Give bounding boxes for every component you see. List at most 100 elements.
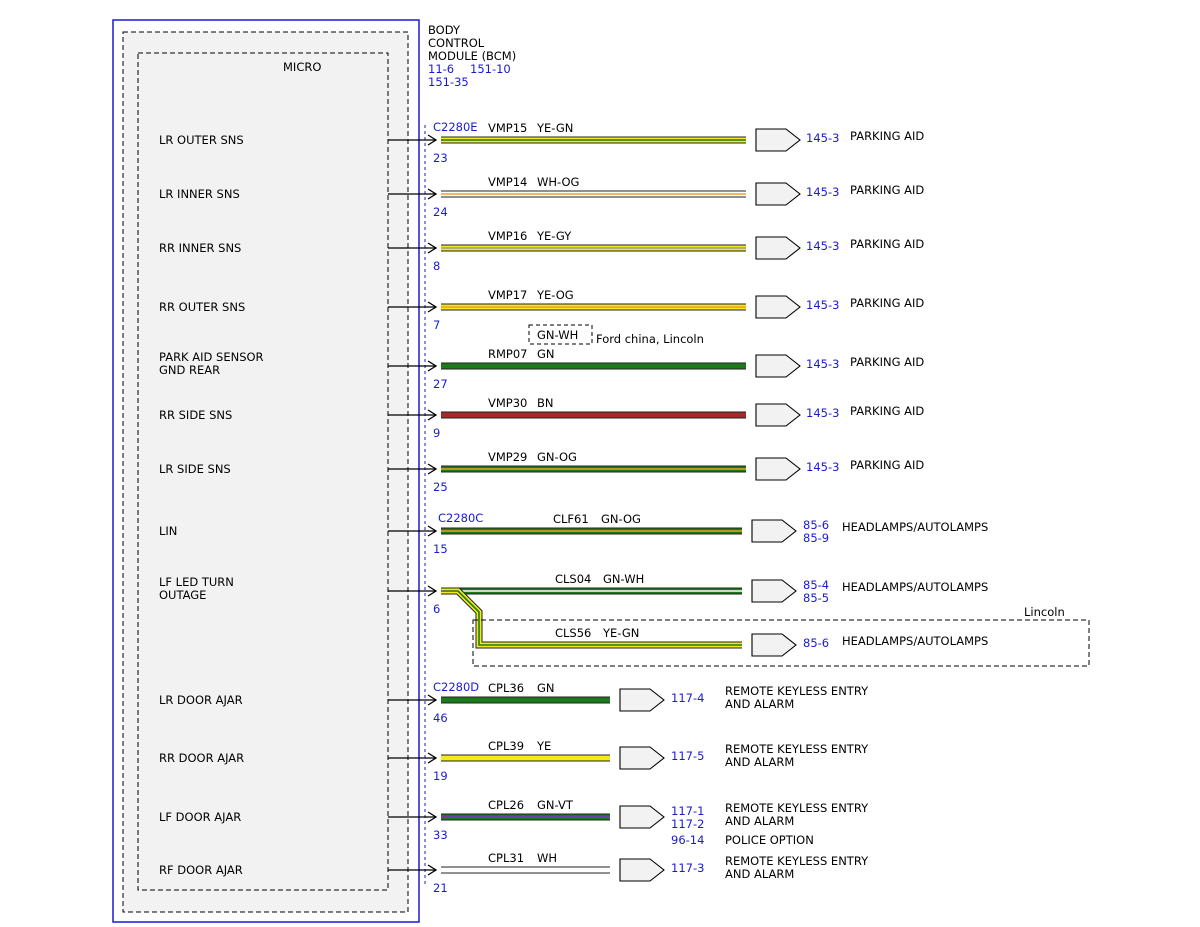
- circuit-id-vmp17: VMP17: [488, 288, 527, 302]
- cross-ref-vmp14-0[interactable]: 145-3: [806, 185, 839, 199]
- destination-connector-cpl36[interactable]: [619, 688, 665, 712]
- cross-ref-rmp07-0[interactable]: 145-3: [806, 357, 839, 371]
- cross-ref-cpl36-0[interactable]: 117-4: [671, 691, 704, 705]
- wire-color-cpl31: WH: [537, 851, 557, 865]
- police-option-ref[interactable]: 96-14: [671, 833, 704, 847]
- destination-label-vmp14-0: PARKING AID: [850, 183, 924, 197]
- pin-number-6: 6: [433, 602, 440, 616]
- destination-connector-cpl39[interactable]: [619, 746, 665, 770]
- destination-label-cls56-0: HEADLAMPS/AUTOLAMPS: [842, 634, 988, 648]
- destination-label-clf61-0: HEADLAMPS/AUTOLAMPS: [842, 520, 988, 534]
- destination-connector-cls56[interactable]: [751, 633, 797, 657]
- signal-label-vmp29-0: LR SIDE SNS: [159, 462, 231, 476]
- destination-connector-vmp16[interactable]: [755, 236, 801, 260]
- signal-label-vmp30-0: RR SIDE SNS: [159, 408, 232, 422]
- cross-ref-vmp16-0[interactable]: 145-3: [806, 239, 839, 253]
- signal-label-rmp07-0: PARK AID SENSOR: [159, 350, 264, 364]
- wire-color-vmp16: YE-GY: [536, 229, 572, 243]
- cross-ref-cls56-0[interactable]: 85-6: [803, 636, 829, 650]
- wire-color-rmp07: GN: [537, 347, 555, 361]
- signal-label-vmp14-0: LR INNER SNS: [159, 187, 240, 201]
- destination-connector-vmp30[interactable]: [755, 403, 801, 427]
- destination-label-vmp16-0: PARKING AID: [850, 237, 924, 251]
- destination-connector-vmp17[interactable]: [755, 295, 801, 319]
- variant-note-text: Ford china, Lincoln: [596, 332, 704, 346]
- circuit-id-cpl36: CPL36: [488, 681, 524, 695]
- lincoln-option-label: Lincoln: [1024, 605, 1065, 619]
- module-ref-151-35[interactable]: 151-35: [428, 75, 469, 89]
- wire-cls56-stroke: [441, 590, 742, 646]
- signal-label-cpl26-0: LF DOOR AJAR: [159, 810, 241, 824]
- pin-number-33: 33: [433, 828, 448, 842]
- police-option-text: POLICE OPTION: [725, 833, 814, 847]
- destination-label-cls04-0: HEADLAMPS/AUTOLAMPS: [842, 580, 988, 594]
- cross-ref-vmp30-0[interactable]: 145-3: [806, 406, 839, 420]
- destination-connector-vmp14[interactable]: [755, 182, 801, 206]
- destination-label-cpl39-0: REMOTE KEYLESS ENTRY: [725, 742, 869, 756]
- destination-label-cpl39-1: AND ALARM: [725, 755, 794, 769]
- circuit-id-vmp16: VMP16: [488, 229, 527, 243]
- wire-color-cpl26: GN-VT: [537, 798, 574, 812]
- destination-label-cpl31-1: AND ALARM: [725, 867, 794, 881]
- pin-number-7: 7: [433, 318, 440, 332]
- pin-number-27: 27: [433, 377, 448, 391]
- cross-ref-cpl31-0[interactable]: 117-3: [671, 861, 704, 875]
- micro-label: MICRO: [283, 60, 321, 74]
- wire-color-cls04: GN-WH: [603, 572, 644, 586]
- wire-color-cls56: YE-GN: [602, 626, 639, 640]
- destination-connector-cls04[interactable]: [751, 579, 797, 603]
- connector-label-c2280e[interactable]: C2280E: [433, 120, 478, 134]
- circuit-id-vmp30: VMP30: [488, 396, 527, 410]
- circuit-id-cls04: CLS04: [555, 572, 591, 586]
- wire-color-vmp14: WH-OG: [537, 175, 579, 189]
- destination-label-cpl26-1: AND ALARM: [725, 814, 794, 828]
- wire-cls56-stroke: [441, 588, 742, 648]
- circuit-id-vmp29: VMP29: [488, 450, 527, 464]
- cross-ref-cls04-0[interactable]: 85-4: [803, 578, 829, 592]
- signal-label-cpl36-0: LR DOOR AJAR: [159, 693, 243, 707]
- destination-connector-vmp29[interactable]: [755, 457, 801, 481]
- destination-label-cpl36-0: REMOTE KEYLESS ENTRY: [725, 684, 869, 698]
- wire-color-cpl36: GN: [537, 681, 555, 695]
- pin-number-25: 25: [433, 480, 448, 494]
- wire-cls56[interactable]: [441, 587, 742, 649]
- wire-cls56-stroke: [441, 587, 742, 649]
- cross-ref-cls04-1[interactable]: 85-5: [803, 591, 829, 605]
- pin-number-24: 24: [433, 205, 448, 219]
- cross-ref-cpl26-0[interactable]: 117-1: [671, 804, 704, 818]
- circuit-id-vmp14: VMP14: [488, 175, 527, 189]
- circuit-id-rmp07: RMP07: [488, 347, 527, 361]
- module-ref-11-6[interactable]: 11-6: [428, 62, 454, 76]
- circuit-id-cls56: CLS56: [555, 626, 591, 640]
- pin-number-23: 23: [433, 151, 448, 165]
- circuit-id-vmp15: VMP15: [488, 121, 527, 135]
- module-ref-151-10[interactable]: 151-10: [470, 62, 511, 76]
- wire-color-vmp29: GN-OG: [537, 450, 577, 464]
- pin-number-21: 21: [433, 881, 448, 895]
- pin-number-46: 46: [433, 711, 448, 725]
- cross-ref-clf61-1[interactable]: 85-9: [803, 531, 829, 545]
- cross-ref-vmp29-0[interactable]: 145-3: [806, 460, 839, 474]
- cross-ref-cpl26-1[interactable]: 117-2: [671, 817, 704, 831]
- signal-label-clf61-0: LIN: [159, 524, 177, 538]
- signal-label-rmp07-1: GND REAR: [159, 363, 220, 377]
- wiring-diagram: MICRO BODY CONTROL MODULE (BCM) 11-6 151…: [112, 19, 1090, 923]
- cross-ref-cpl39-0[interactable]: 117-5: [671, 749, 704, 763]
- cross-ref-vmp17-0[interactable]: 145-3: [806, 298, 839, 312]
- cross-ref-clf61-0[interactable]: 85-6: [803, 518, 829, 532]
- pin-number-8: 8: [433, 259, 440, 273]
- wire-color-cpl39: YE: [536, 739, 551, 753]
- connector-label-c2280c[interactable]: C2280C: [438, 511, 483, 525]
- cross-ref-vmp15-0[interactable]: 145-3: [806, 131, 839, 145]
- connector-label-c2280d[interactable]: C2280D: [433, 680, 479, 694]
- destination-connector-clf61[interactable]: [751, 519, 797, 543]
- circuit-id-cpl39: CPL39: [488, 739, 524, 753]
- pin-number-19: 19: [433, 769, 448, 783]
- destination-label-vmp15-0: PARKING AID: [850, 129, 924, 143]
- destination-connector-vmp15[interactable]: [755, 128, 801, 152]
- signal-label-cls04-0: LF LED TURN: [159, 575, 234, 589]
- destination-label-vmp17-0: PARKING AID: [850, 296, 924, 310]
- destination-connector-cpl26[interactable]: [619, 805, 665, 829]
- destination-connector-rmp07[interactable]: [755, 354, 801, 378]
- destination-connector-cpl31[interactable]: [619, 858, 665, 882]
